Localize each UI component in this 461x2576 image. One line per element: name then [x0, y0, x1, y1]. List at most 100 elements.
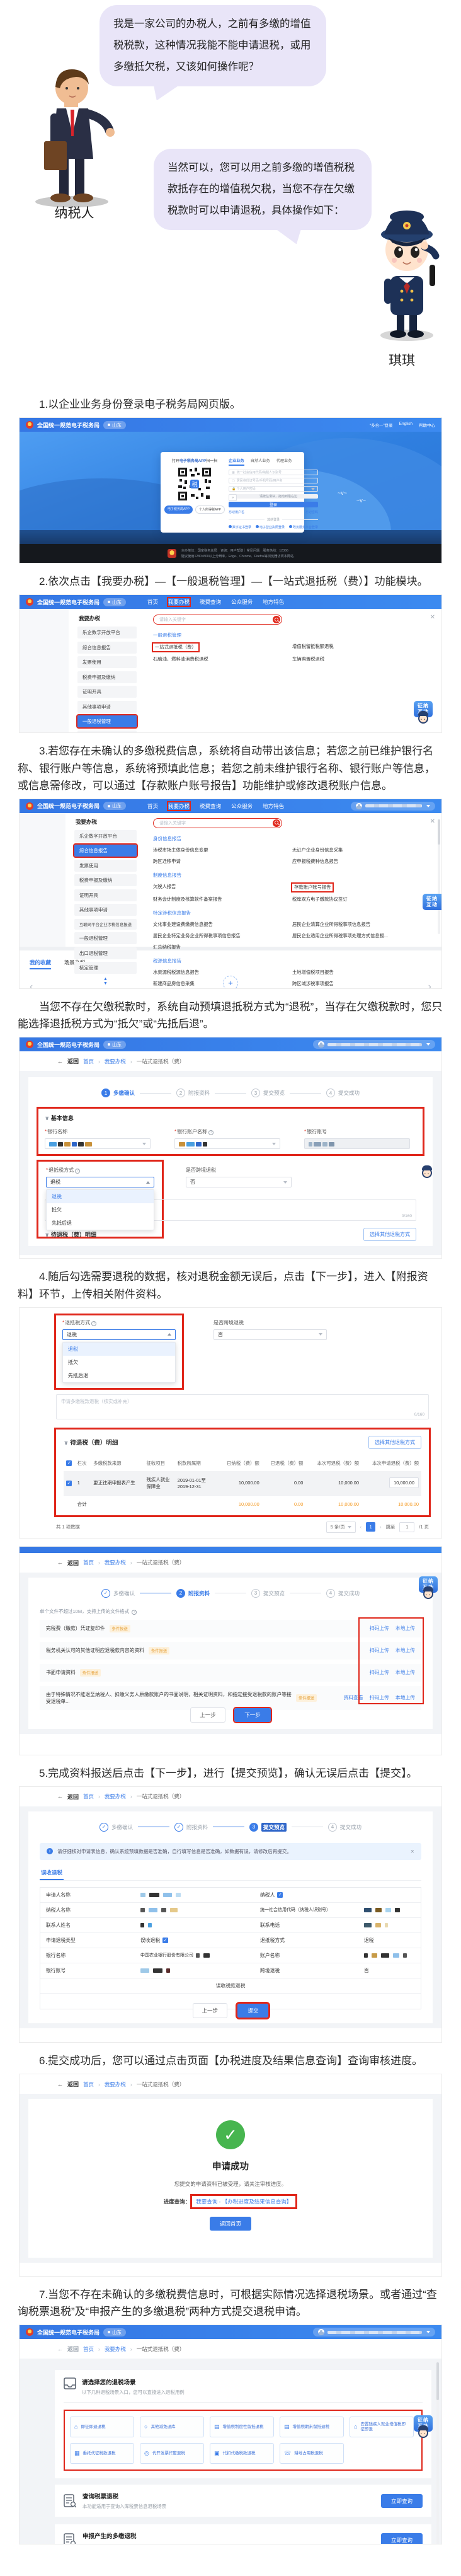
back-button[interactable]: ← — [57, 1058, 63, 1065]
option-offset-then-refund[interactable]: 先抵后退 — [47, 1216, 154, 1230]
menu-link[interactable]: 应申报税费种信息报告 — [292, 858, 428, 865]
menu-link[interactable]: 无证户企业身份信息采集 — [292, 847, 428, 853]
select-all-checkbox[interactable]: ✓ — [66, 1460, 72, 1466]
scene-button[interactable]: ⌂即征即退退税 — [70, 2417, 134, 2437]
interaction-widget[interactable]: 征纳互动 — [419, 1576, 438, 1599]
back-button[interactable]: ← — [57, 2346, 63, 2352]
menu-link[interactable]: 新建商品房信息采集 — [153, 981, 288, 987]
local-upload-link[interactable]: 本地上传 — [396, 1647, 415, 1654]
sidebar-item-info-report[interactable]: 综合信息报告 — [74, 845, 137, 857]
nav-query[interactable]: 税费查询 — [200, 802, 221, 810]
nav-public[interactable]: 公众服务 — [231, 598, 253, 606]
scene-button[interactable]: ⌂安置残疾人就业增值税即征即退 — [350, 2417, 414, 2437]
sidebar-item[interactable]: 发票使用 — [77, 656, 137, 668]
option-offset[interactable]: 抵欠 — [63, 1356, 175, 1369]
cross-border-select[interactable]: 否 — [186, 1177, 292, 1187]
sidebar-item[interactable]: 一般退税管理 — [74, 932, 137, 944]
sidebar-item[interactable]: 互联网平台企业涉税信息报送 — [74, 919, 137, 930]
info-icon[interactable]: ? — [208, 1130, 213, 1135]
option-refund[interactable]: 退税 — [63, 1343, 175, 1356]
menu-search-input[interactable]: 请输入关键字 — [153, 615, 282, 625]
info-icon[interactable]: ? — [91, 1321, 96, 1326]
scan-upload-link[interactable]: 扫码上传 — [370, 1647, 389, 1654]
english-link[interactable]: English — [399, 422, 413, 428]
back-button[interactable]: ← — [57, 1793, 63, 1799]
menu-link[interactable]: 居民企业清算企业所得税事项信息报告 — [292, 921, 428, 928]
sidebar-item[interactable]: 证明开具 — [77, 686, 137, 698]
next-page-icon[interactable]: › — [380, 1524, 381, 1530]
tab-individual[interactable]: 自然人业务 — [251, 458, 270, 466]
credit-code-input[interactable]: ▦统一社会信用代码/纳税人识别号 — [229, 470, 318, 475]
password-input[interactable]: 🔒 个人用户密码 — [229, 486, 318, 492]
sidebar-item[interactable]: 证明开具 — [74, 889, 137, 901]
back-button[interactable]: ← — [57, 1559, 63, 1566]
login-button[interactable]: 登录 — [229, 502, 318, 507]
info-icon[interactable]: ? — [132, 1610, 137, 1615]
query-now-button[interactable]: 立即查询 — [381, 2533, 423, 2544]
refund-mode-select[interactable]: 退税 — [62, 1329, 176, 1340]
sidebar-item[interactable]: 其他事项申请 — [74, 904, 137, 916]
user-pill[interactable] — [351, 802, 435, 811]
help-link[interactable]: 帮助中心 — [419, 422, 435, 428]
menu-link[interactable]: 水资源税税源信息报告 — [153, 969, 288, 976]
scene-button[interactable]: ▣代扣代缴税款退税 — [210, 2443, 274, 2464]
menu-link[interactable]: 土地增值税项目报告 — [292, 969, 428, 976]
other-refund-way-button[interactable]: 选择其他退税方式 — [368, 1436, 421, 1449]
cert-login-link[interactable]: 数字证书登录 — [229, 525, 251, 529]
scan-upload-link[interactable]: 扫码上传 — [370, 1694, 389, 1701]
menu-link[interactable]: 财务会计制度及核算软件备案报告 — [153, 896, 288, 903]
nav-home[interactable]: 首页 — [147, 598, 158, 606]
tab-wrong-collection-refund[interactable]: 误收退税 — [40, 1866, 64, 1880]
next-step-button[interactable]: 下一步 — [234, 1708, 271, 1722]
interaction-widget[interactable]: 征纳互动 — [414, 701, 433, 724]
applied-amount-input[interactable]: 10,000.00 — [389, 1477, 419, 1488]
tab-my-favorites[interactable]: 我的收藏 — [30, 959, 51, 969]
menu-link[interactable]: 跨区域涉税事项报告 — [292, 981, 428, 987]
back-label[interactable]: 返回 — [67, 1057, 79, 1065]
captcha-slider[interactable]: »请按住滑块，拖动到最右边 — [229, 494, 318, 499]
jump-input[interactable]: 1 — [399, 1522, 414, 1532]
back-home-button[interactable]: 返回首页 — [210, 2217, 251, 2231]
scene-button[interactable]: ▦委托代征税款退税 — [70, 2443, 134, 2464]
sidebar-item[interactable]: 其他事项申请 — [77, 701, 137, 713]
cross-border-select[interactable]: 否 — [213, 1329, 327, 1340]
query-now-button[interactable]: 立即查询 — [381, 2494, 423, 2508]
menu-link[interactable]: 文化事业建设费缴费信息报告 — [153, 921, 288, 928]
scrollbar[interactable] — [438, 819, 440, 934]
scene-button[interactable]: ▤增值税期末留抵退税 — [280, 2417, 344, 2437]
sidebar-item[interactable]: 出口退税管理 — [74, 947, 137, 959]
scene-button[interactable]: ☏耕地占用税退税 — [280, 2443, 344, 2464]
user-pill[interactable] — [313, 1040, 435, 1049]
tab-enterprise[interactable]: 企业业务 — [229, 458, 244, 466]
region-badge[interactable]: 山东 — [103, 421, 126, 429]
scene-button[interactable]: ▤增值税制度性留抵退税 — [210, 2417, 274, 2437]
interaction-widget[interactable] — [418, 1172, 436, 1178]
local-upload-link[interactable]: 本地上传 — [396, 1625, 415, 1632]
sidebar-item[interactable]: 发票使用 — [74, 860, 137, 872]
breadcrumb[interactable]: 首页 — [83, 1058, 94, 1065]
prev-page-icon[interactable]: ‹ — [360, 1524, 361, 1530]
close-icon[interactable]: ✕ — [430, 818, 435, 825]
local-upload-link[interactable]: 本地上传 — [396, 1694, 415, 1701]
refund-type-checkbox[interactable]: ✓ — [162, 1938, 168, 1943]
search-icon[interactable] — [273, 819, 280, 827]
menu-link[interactable]: 涉税市场主体身份信息变更 — [153, 847, 288, 853]
nav-banshui[interactable]: 我要办税 — [168, 598, 190, 606]
sidebar-item[interactable]: 乐企数字开放平台 — [77, 627, 137, 638]
refund-mode-select[interactable]: 退税 — [46, 1177, 154, 1187]
nav-query[interactable]: 税费查询 — [200, 598, 221, 606]
tab-agency[interactable]: 代理业务 — [276, 458, 292, 466]
scene-button[interactable]: ○其他减免退库 — [140, 2417, 204, 2437]
menu-link[interactable]: 居民企业特定业务企业所得税事项信息报告 — [153, 933, 288, 939]
reason-textarea[interactable]: 申请多缴税款退税（核实或补充） 0/160 — [56, 1394, 429, 1419]
menu-link-one-stop-refund[interactable]: 一站式退抵税（费） — [153, 644, 198, 651]
menu-link[interactable]: 石脑油、燃料油消费税退税 — [153, 656, 288, 662]
scan-upload-link[interactable]: 扫码上传 — [370, 1669, 389, 1676]
menu-link[interactable]: 居民企业适用企业所得税事项处理方式信息报... — [292, 933, 428, 939]
nav-banshui[interactable]: 我要办税 — [168, 802, 190, 810]
row-checkbox[interactable]: ✓ — [66, 1481, 72, 1486]
license-login-link[interactable]: 电子营业执照登录 — [256, 525, 285, 529]
page-size-select[interactable]: 5 条/页 — [326, 1522, 356, 1533]
nav-local[interactable]: 地方特色 — [263, 802, 284, 810]
submit-button[interactable]: 提交 — [237, 2004, 268, 2018]
